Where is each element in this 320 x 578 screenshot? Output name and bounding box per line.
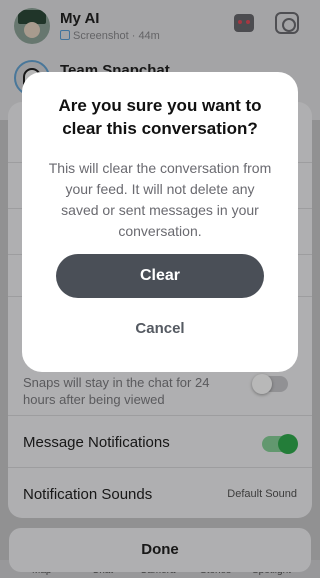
dialog-title: Are you sure you want to clear this conv… xyxy=(58,96,262,138)
clear-conversation-dialog: Are you sure you want to clear this conv… xyxy=(22,72,298,372)
dialog-body: This will clear the conversation from yo… xyxy=(48,160,272,239)
clear-button[interactable]: Clear xyxy=(56,254,264,298)
cancel-button[interactable]: Cancel xyxy=(110,316,210,342)
